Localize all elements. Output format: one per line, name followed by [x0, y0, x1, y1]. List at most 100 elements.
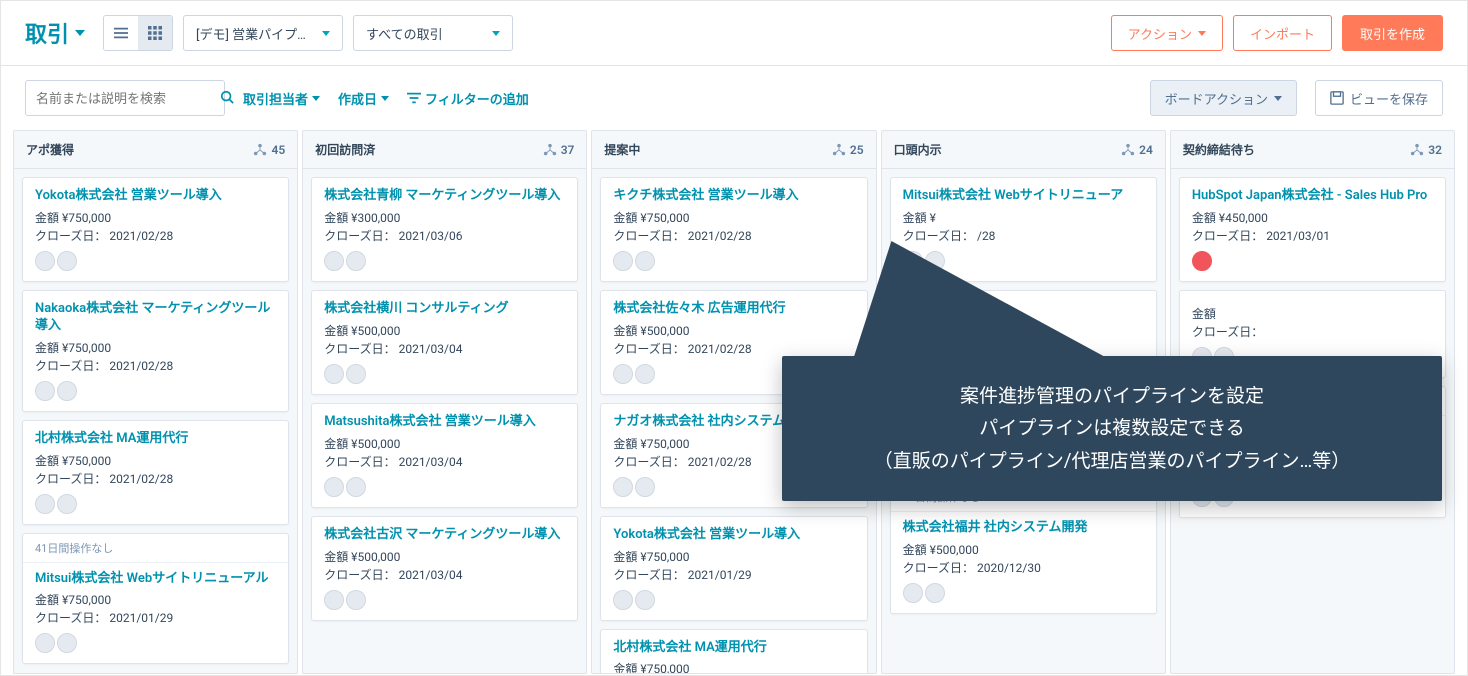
avatar	[346, 590, 366, 610]
column-count: 45	[253, 143, 285, 157]
deal-avatars	[35, 494, 276, 514]
deal-title[interactable]: 株式会社古沢 マーケティングツール導入	[324, 527, 565, 544]
chevron-down-icon	[1198, 31, 1206, 36]
deal-title[interactable]: 北村株式会社 MA運用代行	[35, 431, 276, 448]
deal-close-date: クローズ日：	[1192, 323, 1433, 341]
deal-avatars	[35, 251, 276, 271]
deal-close-date: クローズ日： 2021/02/28	[35, 357, 276, 375]
deal-avatars	[1192, 251, 1433, 271]
deal-card[interactable]: 71日間操作なし株式会社福井 社内システム開発金額 ¥500,000クローズ日：…	[890, 482, 1157, 614]
board-view-button[interactable]	[138, 16, 172, 50]
avatar	[346, 364, 366, 384]
search-input[interactable]	[36, 91, 212, 106]
deal-title[interactable]: 株式会社福井 社内システム開発	[903, 520, 1144, 537]
owner-filter[interactable]: 取引担当者	[243, 89, 320, 108]
deal-avatars	[35, 633, 276, 653]
avatar	[635, 590, 655, 610]
deal-card[interactable]: 北村株式会社 MA運用代行金額 ¥750,000クローズ日： 2021/01/2…	[600, 629, 867, 673]
deal-avatars	[324, 251, 565, 271]
deal-amount: 金額 ¥750,000	[35, 209, 276, 227]
deal-close-date: クローズ日： 2021/01/29	[613, 566, 854, 584]
column-body[interactable]: Yokota株式会社 営業ツール導入金額 ¥750,000クローズ日： 2021…	[14, 169, 297, 672]
avatar	[57, 494, 77, 514]
created-date-label: 作成日	[338, 89, 377, 108]
created-date-filter[interactable]: 作成日	[338, 89, 389, 108]
deal-card[interactable]: 北村株式会社 MA運用代行金額 ¥750,000クローズ日： 2021/02/2…	[22, 420, 289, 525]
deal-amount: 金額 ¥500,000	[324, 435, 565, 453]
avatar	[35, 633, 55, 653]
pipeline-selector-label: [デモ] 営業パイプ…	[196, 24, 306, 43]
callout-line: パイプラインは複数設定できる	[810, 412, 1414, 444]
actions-button[interactable]: アクション	[1111, 15, 1223, 51]
deal-card[interactable]: Yokota株式会社 営業ツール導入金額 ¥750,000クローズ日： 2021…	[22, 177, 289, 282]
deal-title[interactable]: Nakaoka株式会社 マーケティングツール導入	[35, 301, 276, 335]
avatar	[613, 364, 633, 384]
avatar	[324, 251, 344, 271]
deal-amount: 金額 ¥300,000	[324, 209, 565, 227]
save-icon	[1330, 91, 1344, 105]
deal-close-date: クローズ日： 2021/02/28	[35, 470, 276, 488]
deal-amount: 金額 ¥450,000	[1192, 209, 1433, 227]
save-view-label: ビューを保存	[1350, 89, 1428, 108]
deal-card[interactable]: Matsushita株式会社 営業ツール導入金額 ¥500,000クローズ日： …	[311, 403, 578, 508]
list-icon	[114, 26, 128, 40]
view-toggle	[103, 15, 173, 51]
pipeline-column: 初回訪問済 37 株式会社青柳 マーケティングツール導入金額 ¥300,000 クロ…	[302, 130, 587, 674]
avatar	[346, 477, 366, 497]
avatar	[613, 251, 633, 271]
grid-icon	[148, 26, 162, 40]
deal-card[interactable]: 株式会社古沢 マーケティングツール導入金額 ¥500,000クローズ日： 202…	[311, 516, 578, 621]
import-button[interactable]: インポート	[1233, 15, 1332, 51]
deal-card[interactable]: 41日間操作なしMitsui株式会社 Webサイトリニューアル金額 ¥750,0…	[22, 533, 289, 665]
deal-card[interactable]: キクチ株式会社 営業ツール導入金額 ¥750,000クローズ日： 2021/02…	[600, 177, 867, 282]
top-toolbar: 取引 [デモ] 営業パイプ… すべての取引 アクション インポート	[1, 1, 1467, 66]
deal-filter-selector[interactable]: すべての取引	[353, 15, 513, 51]
deal-title[interactable]: キクチ株式会社 営業ツール導入	[613, 188, 854, 205]
deal-title[interactable]: Yokota株式会社 営業ツール導入	[613, 527, 854, 544]
deal-title[interactable]: 株式会社横川 コンサルティング	[324, 301, 565, 318]
pipeline-selector[interactable]: [デモ] 営業パイプ…	[183, 15, 343, 51]
deal-avatars	[613, 251, 854, 271]
column-name: 初回訪問済	[315, 141, 375, 158]
deal-avatars	[324, 590, 565, 610]
column-body[interactable]: 株式会社青柳 マーケティングツール導入金額 ¥300,000 クローズ日： 202…	[303, 169, 586, 629]
add-filter-button[interactable]: フィルターの追加	[407, 89, 529, 108]
deal-card[interactable]: Yokota株式会社 営業ツール導入金額 ¥750,000クローズ日： 2021…	[600, 516, 867, 621]
deal-title[interactable]: 株式会社佐々木 広告運用代行	[613, 301, 854, 318]
pipeline-column: アポ獲得 45Yokota株式会社 営業ツール導入金額 ¥750,000クローズ…	[13, 130, 298, 674]
deal-card[interactable]: HubSpot Japan株式会社 - Sales Hub Pro 金額 ¥450…	[1179, 177, 1446, 282]
page-title-dropdown[interactable]: 取引	[25, 17, 85, 49]
list-view-button[interactable]	[104, 16, 138, 50]
deal-title[interactable]: 北村株式会社 MA運用代行	[613, 640, 854, 657]
deal-title[interactable]: Yokota株式会社 営業ツール導入	[35, 188, 276, 205]
save-view-button[interactable]: ビューを保存	[1315, 80, 1443, 116]
column-name: アポ獲得	[26, 141, 74, 158]
board-actions-button[interactable]: ボードアクション	[1150, 80, 1297, 116]
org-icon	[1121, 143, 1135, 157]
deal-card[interactable]: Nakaoka株式会社 マーケティングツール導入金額 ¥750,000クローズ日…	[22, 290, 289, 412]
deal-amount: 金額 ¥750,000	[35, 452, 276, 470]
deal-title[interactable]: 株式会社青柳 マーケティングツール導入	[324, 188, 565, 205]
column-header: 初回訪問済 37	[303, 131, 586, 169]
column-name: 提案中	[604, 141, 640, 158]
deal-title[interactable]: HubSpot Japan株式会社 - Sales Hub Pro	[1192, 188, 1433, 205]
avatar	[57, 381, 77, 401]
owner-filter-label: 取引担当者	[243, 89, 308, 108]
deal-title[interactable]: Mitsui株式会社 Webサイトリニューア	[903, 188, 1144, 205]
create-deal-button[interactable]: 取引を作成	[1342, 15, 1443, 51]
column-header: アポ獲得 45	[14, 131, 297, 169]
avatar	[324, 590, 344, 610]
org-icon	[1410, 143, 1424, 157]
chevron-down-icon	[322, 31, 330, 36]
deal-card[interactable]: 株式会社青柳 マーケティングツール導入金額 ¥300,000クローズ日： 202…	[311, 177, 578, 282]
deal-card[interactable]: 株式会社横川 コンサルティング金額 ¥500,000クローズ日： 2021/03…	[311, 290, 578, 395]
search-icon[interactable]	[220, 89, 234, 108]
create-deal-label: 取引を作成	[1360, 27, 1425, 42]
deal-avatars	[903, 583, 1144, 603]
search-box[interactable]	[25, 80, 225, 116]
deal-title[interactable]: Matsushita株式会社 営業ツール導入	[324, 414, 565, 431]
avatar	[613, 477, 633, 497]
org-icon	[253, 143, 267, 157]
deal-close-date: クローズ日： 2021/03/04	[324, 566, 565, 584]
deal-title[interactable]: Mitsui株式会社 Webサイトリニューアル	[35, 571, 276, 588]
